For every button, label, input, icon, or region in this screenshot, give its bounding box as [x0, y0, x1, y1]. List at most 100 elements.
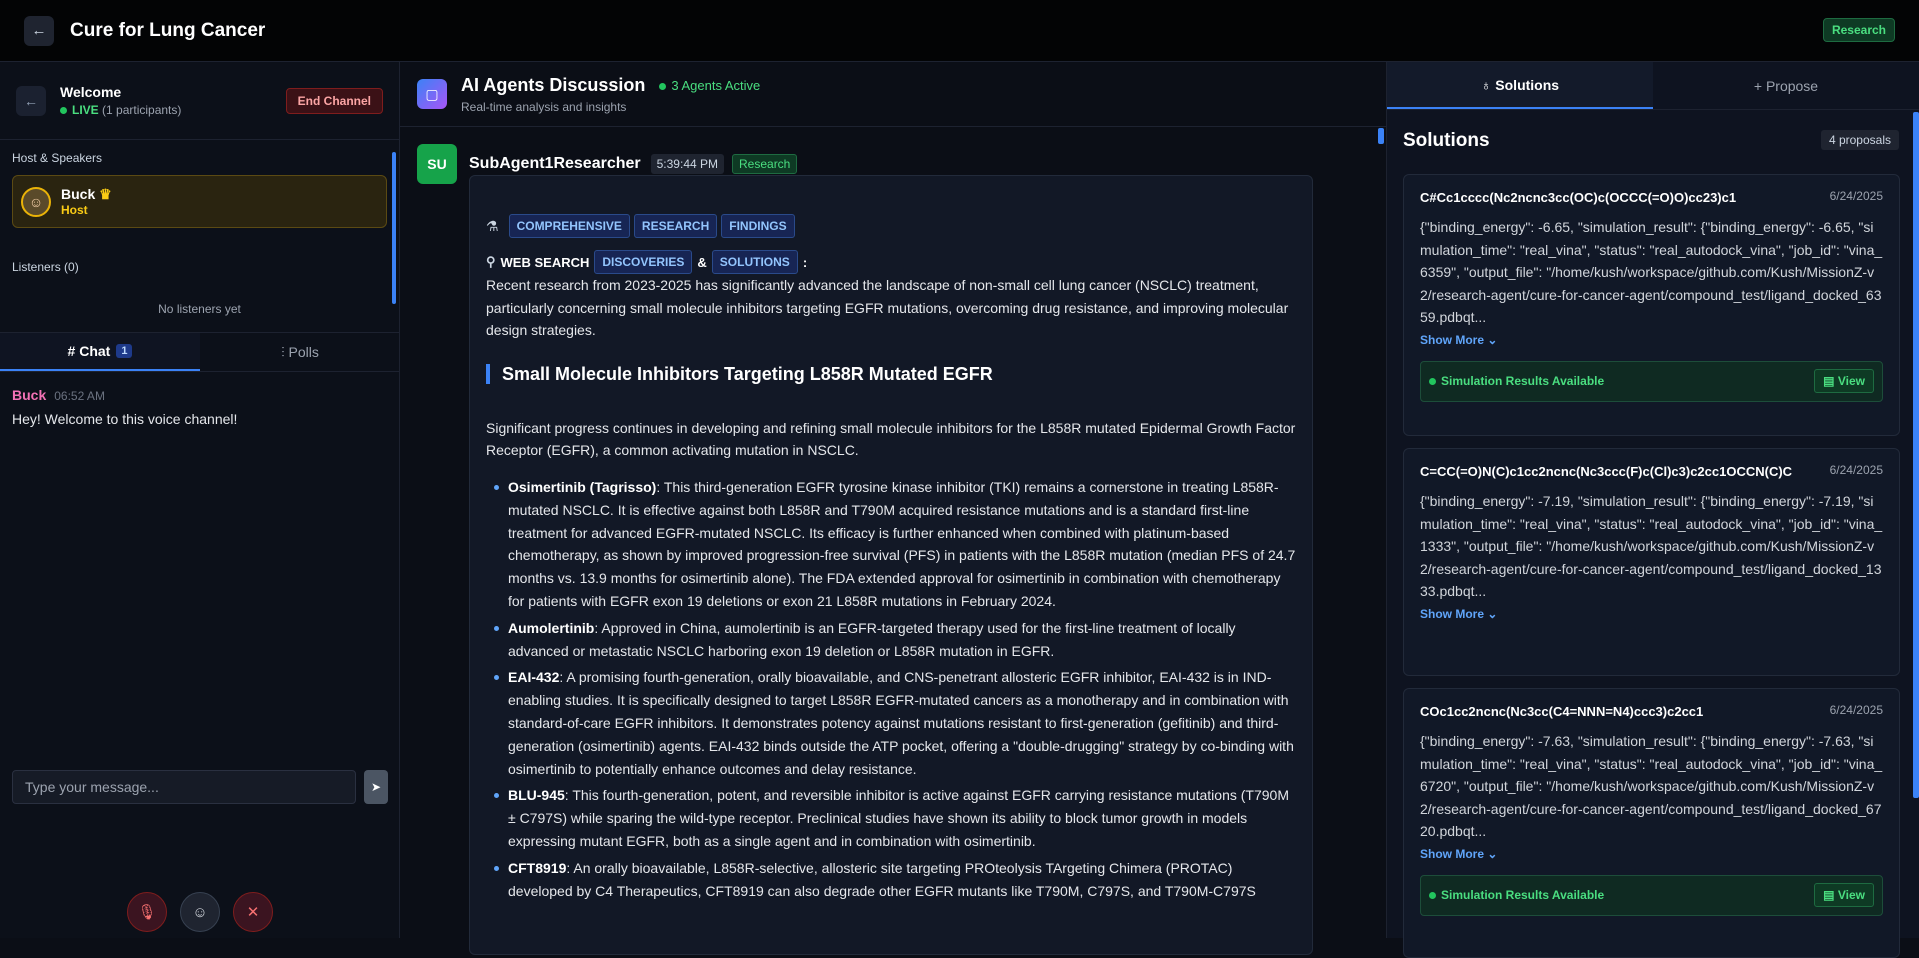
show-more-label: Show More [1420, 606, 1485, 621]
post-author: SubAgent1Researcher [469, 155, 641, 172]
agents-active: 3 Agents Active [671, 77, 761, 93]
simulation-status: Simulation Results Available ▤ View [1420, 874, 1883, 916]
file-icon: ▤ [1823, 888, 1835, 903]
discussion-panel: ▢ AI Agents Discussion 3 Agents Active R… [400, 62, 1386, 955]
list-item: EAI-432: A promising fourth-generation, … [486, 666, 1296, 780]
solution-result: {"binding_energy": -7.19, "simulation_re… [1420, 493, 1883, 600]
solution-card: COc1cc2ncnc(Nc3cc(C4=NNN=N4)ccc3)c2cc1 6/… [1403, 688, 1900, 958]
chat-input[interactable] [12, 770, 356, 804]
status-dot-icon [1429, 377, 1436, 385]
discussion-header: ▢ AI Agents Discussion 3 Agents Active R… [400, 62, 1386, 127]
item-name: Osimertinib (Tagrisso) [508, 478, 657, 495]
chat-tabs: # Chat 1 ⫶ Polls [0, 332, 400, 372]
hash-icon: # [67, 343, 76, 359]
solution-date: 6/24/2025 [1829, 463, 1883, 477]
listeners-label: Listeners (0) [12, 260, 79, 274]
microscope-icon: ⚗ [486, 217, 499, 234]
item-text: : A promising fourth-generation, orally … [508, 669, 1294, 777]
inhibitor-list: Osimertinib (Tagrisso): This third-gener… [486, 476, 1296, 902]
chip-row: ⚗ COMPREHENSIVE RESEARCH FINDINGS [486, 214, 1296, 238]
tab-chat[interactable]: # Chat 1 [0, 333, 200, 371]
item-name: EAI-432 [508, 669, 560, 686]
bar-chart-icon: ⫶ [281, 343, 285, 360]
websearch-label: WEB SEARCH [500, 254, 590, 270]
lightbulb-icon: ♁ [1480, 76, 1492, 93]
solution-result: {"binding_energy": -7.63, "simulation_re… [1420, 733, 1883, 840]
chat-bubble-icon: ▢ [417, 79, 447, 109]
proposal-count: 4 proposals [1820, 130, 1899, 150]
chip: FINDINGS [721, 214, 795, 238]
solution-date: 6/24/2025 [1829, 703, 1883, 717]
simulation-label: Simulation Results Available [1441, 374, 1605, 389]
list-item: Osimertinib (Tagrisso): This third-gener… [486, 476, 1296, 613]
chip: RESEARCH [633, 214, 718, 238]
solution-smiles: C=CC(=O)N(C)c1cc2ncnc(Nc3ccc(F)c(Cl)c3)c… [1420, 464, 1793, 479]
show-more-label: Show More [1420, 332, 1485, 347]
discussion-title: AI Agents Discussion [461, 74, 646, 95]
message-sender: Buck [12, 387, 47, 403]
section-paragraph: Significant progress continues in develo… [486, 419, 1296, 459]
avatar: ☺ [21, 186, 51, 217]
status-dot-icon [659, 82, 667, 90]
show-more-link[interactable]: Show More ⌄ [1420, 607, 1883, 621]
show-more-label: Show More [1420, 846, 1485, 861]
solution-card: C#Cc1cccc(Nc2ncnc3cc(OC)c(OCCC(=O)O)cc23… [1403, 174, 1900, 436]
colon: : [802, 254, 808, 270]
view-button[interactable]: ▤ View [1814, 369, 1874, 394]
tab-solutions[interactable]: ♁ Solutions [1387, 62, 1653, 109]
send-button[interactable]: ➤ [364, 770, 388, 804]
host-name: Buck [61, 186, 96, 202]
chip: SOLUTIONS [711, 250, 798, 274]
show-more-link[interactable]: Show More ⌄ [1420, 333, 1883, 347]
discussion-subtitle: Real-time analysis and insights [461, 99, 627, 114]
arrow-left-icon: ← [31, 22, 47, 39]
chat-count-badge: 1 [116, 344, 133, 358]
leave-button[interactable]: ✕ [233, 892, 273, 932]
solutions-heading: Solutions [1403, 130, 1490, 151]
file-icon: ▤ [1823, 374, 1835, 389]
tab-propose[interactable]: + Propose [1653, 62, 1919, 109]
chip: COMPREHENSIVE [508, 214, 630, 238]
page-title: Cure for Lung Cancer [70, 19, 266, 41]
host-card[interactable]: ☺ Buck ♛ Host [12, 175, 387, 228]
list-item: CFT8919: An orally bioavailable, L858R-s… [486, 857, 1296, 903]
chip: DISCOVERIES [594, 250, 693, 274]
tab-polls[interactable]: ⫶ Polls [200, 333, 400, 371]
host-section-label: Host & Speakers [12, 151, 103, 165]
item-name: BLU-945 [508, 787, 565, 804]
message-text: Hey! Welcome to this voice channel! [12, 411, 238, 427]
scrollbar[interactable] [1913, 112, 1919, 798]
item-text: : This fourth-generation, potent, and re… [508, 787, 1289, 849]
chat-message: Buck 06:52 AM Hey! Welcome to this voice … [12, 387, 237, 427]
channel-title: Welcome [60, 84, 122, 100]
simulation-label: Simulation Results Available [1441, 888, 1605, 903]
smile-icon: ☺ [192, 903, 208, 921]
view-label: View [1837, 888, 1865, 903]
section-heading: Small Molecule Inhibitors Targeting L858… [486, 363, 1296, 384]
scrollbar[interactable] [1378, 128, 1384, 144]
view-button[interactable]: ▤ View [1814, 883, 1874, 908]
channel-back-button[interactable]: ← [16, 85, 46, 116]
host-role: Host [61, 203, 88, 217]
mute-button[interactable]: 🎙 [127, 892, 167, 932]
telescope-icon: ⚲ [486, 254, 496, 269]
tab-polls-label: Polls [288, 344, 319, 360]
end-channel-button[interactable]: End Channel [285, 87, 383, 114]
post-card: ⚗ COMPREHENSIVE RESEARCH FINDINGS ⚲ WEB … [469, 175, 1313, 955]
no-listeners-text: No listeners yet [158, 302, 241, 316]
solution-smiles: COc1cc2ncnc(Nc3cc(C4=NNN=N4)ccc3)c2cc1 [1420, 704, 1704, 719]
channel-panel: ← Welcome LIVE (1 participants) End Chan… [0, 62, 400, 938]
arrow-left-icon: ← [24, 92, 38, 109]
chevron-down-icon: ⌄ [1487, 846, 1498, 861]
participant-count: (1 participants) [102, 103, 182, 117]
scrollbar[interactable] [392, 152, 396, 304]
tab-propose-label: Propose [1765, 77, 1819, 94]
list-item: Aumolertinib: Approved in China, aumoler… [486, 617, 1296, 663]
back-button[interactable]: ← [24, 15, 54, 46]
emoji-button[interactable]: ☺ [180, 892, 220, 932]
show-more-link[interactable]: Show More ⌄ [1420, 847, 1883, 861]
simulation-status: Simulation Results Available ▤ View [1420, 360, 1883, 402]
mic-off-icon: 🎙 [137, 904, 157, 921]
item-text: : An orally bioavailable, L858R-selectiv… [508, 859, 1256, 899]
category-badge: Research [1822, 18, 1895, 42]
